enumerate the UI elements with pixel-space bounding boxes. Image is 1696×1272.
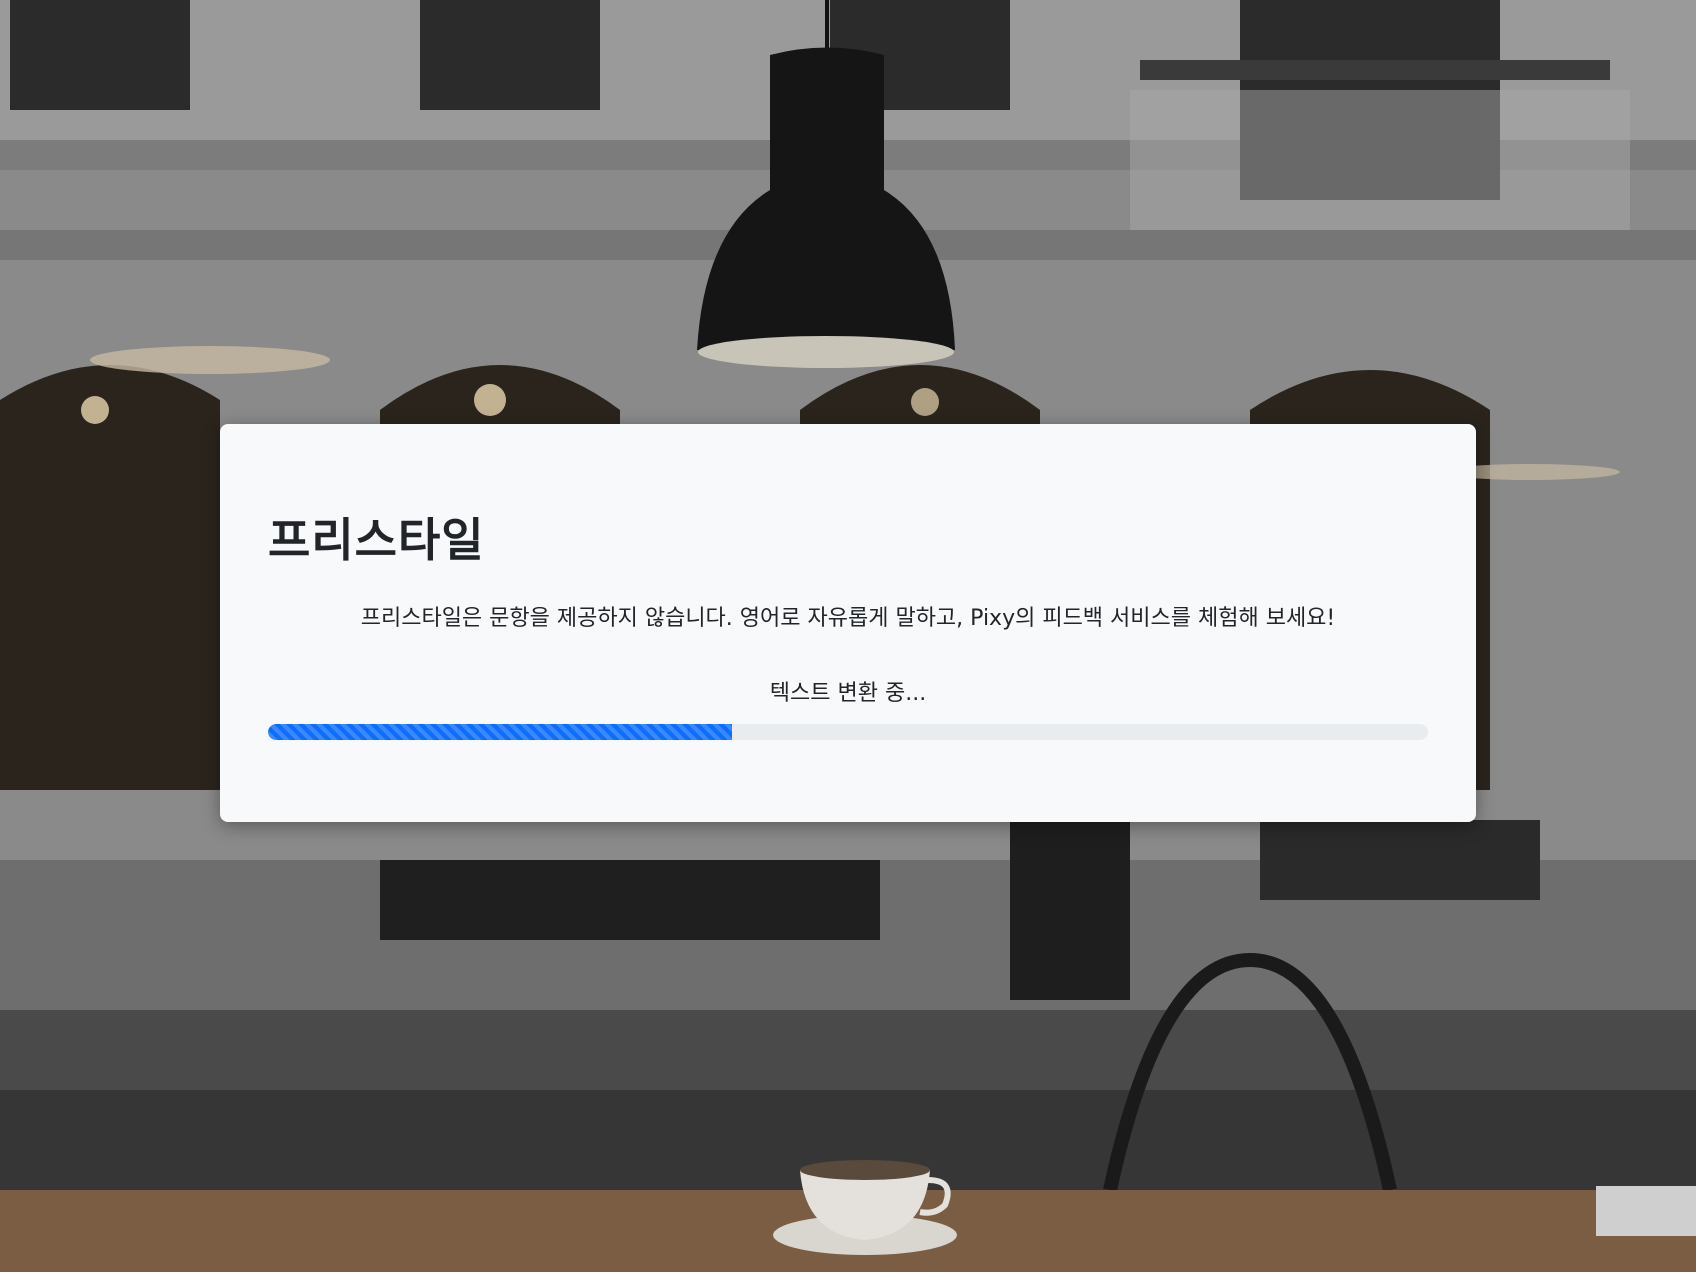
conversion-status-text: 텍스트 변환 중... [769,681,927,706]
freestyle-modal: 프리스타일 프리스타일은 문항을 제공하지 않습니다. 영어로 자유롭게 말하고… [220,424,1476,822]
modal-title: 프리스타일 [268,513,485,567]
progress-bar-fill [268,724,732,740]
progress-track [268,724,1428,740]
modal-description: 프리스타일은 문항을 제공하지 않습니다. 영어로 자유롭게 말하고, Pixy… [360,606,1336,631]
